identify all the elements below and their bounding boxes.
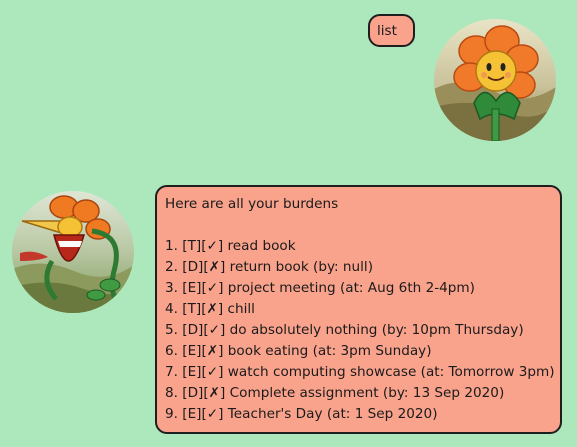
bot-avatar <box>12 191 134 313</box>
user-message-bubble: list <box>368 14 415 47</box>
task-item: 7. [E][✓] watch computing showcase (at: … <box>165 364 555 380</box>
task-item: 5. [D][✓] do absolutely nothing (by: 10p… <box>165 322 524 338</box>
task-item: 4. [T][✗] chill <box>165 301 255 317</box>
bot-message-header: Here are all your burdens <box>165 196 339 212</box>
bot-message-bubble: Here are all your burdens 1. [T][✓] read… <box>155 185 562 434</box>
task-item: 6. [E][✗] book eating (at: 3pm Sunday) <box>165 343 432 359</box>
user-message-text: list <box>377 23 397 39</box>
task-item: 8. [D][✗] Complete assignment (by: 13 Se… <box>165 385 505 401</box>
chat-window: list Here are all your burdens 1. [T][✓]… <box>0 0 577 447</box>
flower-character-happy-icon <box>434 19 556 141</box>
task-item: 9. [E][✓] Teacher's Day (at: 1 Sep 2020) <box>165 406 438 422</box>
user-avatar <box>434 19 556 141</box>
task-item: 1. [T][✓] read book <box>165 238 296 254</box>
task-item: 3. [E][✓] project meeting (at: Aug 6th 2… <box>165 280 475 296</box>
task-item: 2. [D][✗] return book (by: null) <box>165 259 374 275</box>
flower-character-screaming-icon <box>12 191 134 313</box>
